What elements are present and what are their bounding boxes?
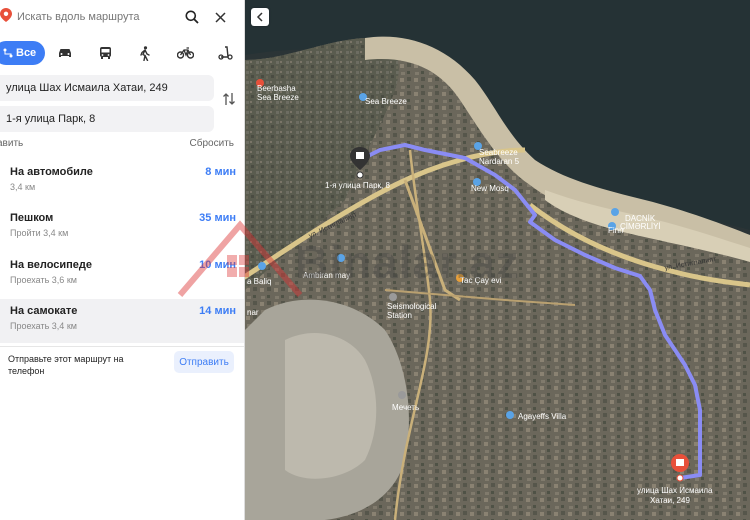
option-bike-distance: Проехать 3,6 км <box>10 275 77 285</box>
scooter-icon <box>217 46 233 60</box>
label-seabreeze: Seabreeze <box>479 148 518 157</box>
label-beerbasha: Beerbasha <box>257 84 296 93</box>
send-to-phone-text: Отправьте этот маршрут на телефон <box>8 354 124 376</box>
search-bar[interactable]: Искать вдоль маршрута <box>0 2 234 32</box>
label-end-address-2: Хатаи, 249 <box>650 496 690 505</box>
bus-icon <box>99 47 111 59</box>
option-car-time: 8 мин <box>205 166 236 178</box>
option-walk-distance: Пройти 3,4 км <box>10 228 69 238</box>
label-cimerliyi: ÇİMƏRLİYİ <box>620 222 661 231</box>
search-icon <box>185 10 199 24</box>
close-button[interactable] <box>206 3 234 31</box>
label-nar: nar <box>247 308 259 317</box>
bike-icon <box>176 47 194 59</box>
option-scooter[interactable]: На самокате Проехать 3,4 км 14 мин <box>0 299 244 343</box>
add-point-link[interactable]: авить <box>0 138 23 149</box>
label-start-address: 1-я улица Парк, 8 <box>325 181 390 190</box>
mode-scooter-button[interactable] <box>205 41 244 65</box>
search-button[interactable] <box>178 3 206 31</box>
label-baliq: a Baliq <box>247 277 271 286</box>
mode-all-button[interactable]: Все <box>0 41 46 65</box>
option-bike-time: 10 мин <box>199 259 236 271</box>
route-to-field[interactable]: 1-я улица Парк, 8 <box>0 106 214 132</box>
option-bike[interactable]: На велосипеде Проехать 3,6 км 10 мин <box>0 253 244 297</box>
option-walk[interactable]: Пешком Пройти 3,4 км 35 мин <box>0 206 244 250</box>
mode-bike-button[interactable] <box>165 41 205 65</box>
swap-icon[interactable] <box>222 91 238 107</box>
label-finn: Finn <box>608 226 624 235</box>
label-sea-breeze-left: Sea Breeze <box>257 93 299 102</box>
mode-car-button[interactable] <box>45 41 85 65</box>
label-end-address-1: улица Шах Исмаила <box>637 486 713 495</box>
collapse-panel-button[interactable] <box>251 8 269 26</box>
label-agayeffs: Agayeffs Villa <box>518 412 567 421</box>
transport-modes: Все <box>0 40 244 66</box>
walk-icon <box>140 45 150 61</box>
mode-all-label: Все <box>16 47 37 59</box>
option-car[interactable]: На автомобиле 3,4 км 8 мин <box>0 160 244 204</box>
send-button[interactable]: Отправить <box>174 351 234 373</box>
option-walk-time: 35 мин <box>199 212 236 224</box>
route-icon <box>3 48 13 58</box>
mode-bus-button[interactable] <box>85 41 125 65</box>
route-from-field[interactable]: улица Шах Исмаила Хатаи, 249 <box>0 75 214 101</box>
label-new-mosque: New Mosq <box>471 184 509 193</box>
label-mosque: Мечеть <box>392 403 419 412</box>
location-pin-icon <box>0 7 14 27</box>
option-car-distance: 3,4 км <box>10 182 36 192</box>
car-icon <box>59 49 72 57</box>
label-seismological: Seismological <box>387 302 437 311</box>
chevron-left-icon <box>256 12 263 22</box>
label-tac-cay: Tac Çay evi <box>460 276 502 285</box>
option-scooter-distance: Проехать 3,4 км <box>10 321 77 331</box>
satellite-map[interactable]: Beerbasha Sea Breeze Sea Breeze Seabreez… <box>245 0 750 520</box>
reset-link[interactable]: Сбросить <box>190 138 234 149</box>
label-station: Station <box>387 311 412 320</box>
option-scooter-title: На самокате <box>10 305 78 317</box>
label-ambiran: Ambiran may <box>303 271 350 280</box>
mode-walk-button[interactable] <box>125 41 165 65</box>
send-to-phone-section: Отправьте этот маршрут на телефон Отправ… <box>0 346 244 382</box>
option-bike-title: На велосипеде <box>10 259 93 271</box>
label-nardaran: Nardaran 5 <box>479 157 520 166</box>
close-icon <box>214 11 226 23</box>
option-walk-title: Пешком <box>10 212 54 224</box>
sidebar: Искать вдоль маршрута Все улица Шах Исма… <box>0 0 245 520</box>
search-input[interactable]: Искать вдоль маршрута <box>14 11 178 23</box>
option-car-title: На автомобиле <box>10 166 93 178</box>
label-sea-breeze: Sea Breeze <box>365 97 407 106</box>
option-scooter-time: 14 мин <box>199 305 236 317</box>
